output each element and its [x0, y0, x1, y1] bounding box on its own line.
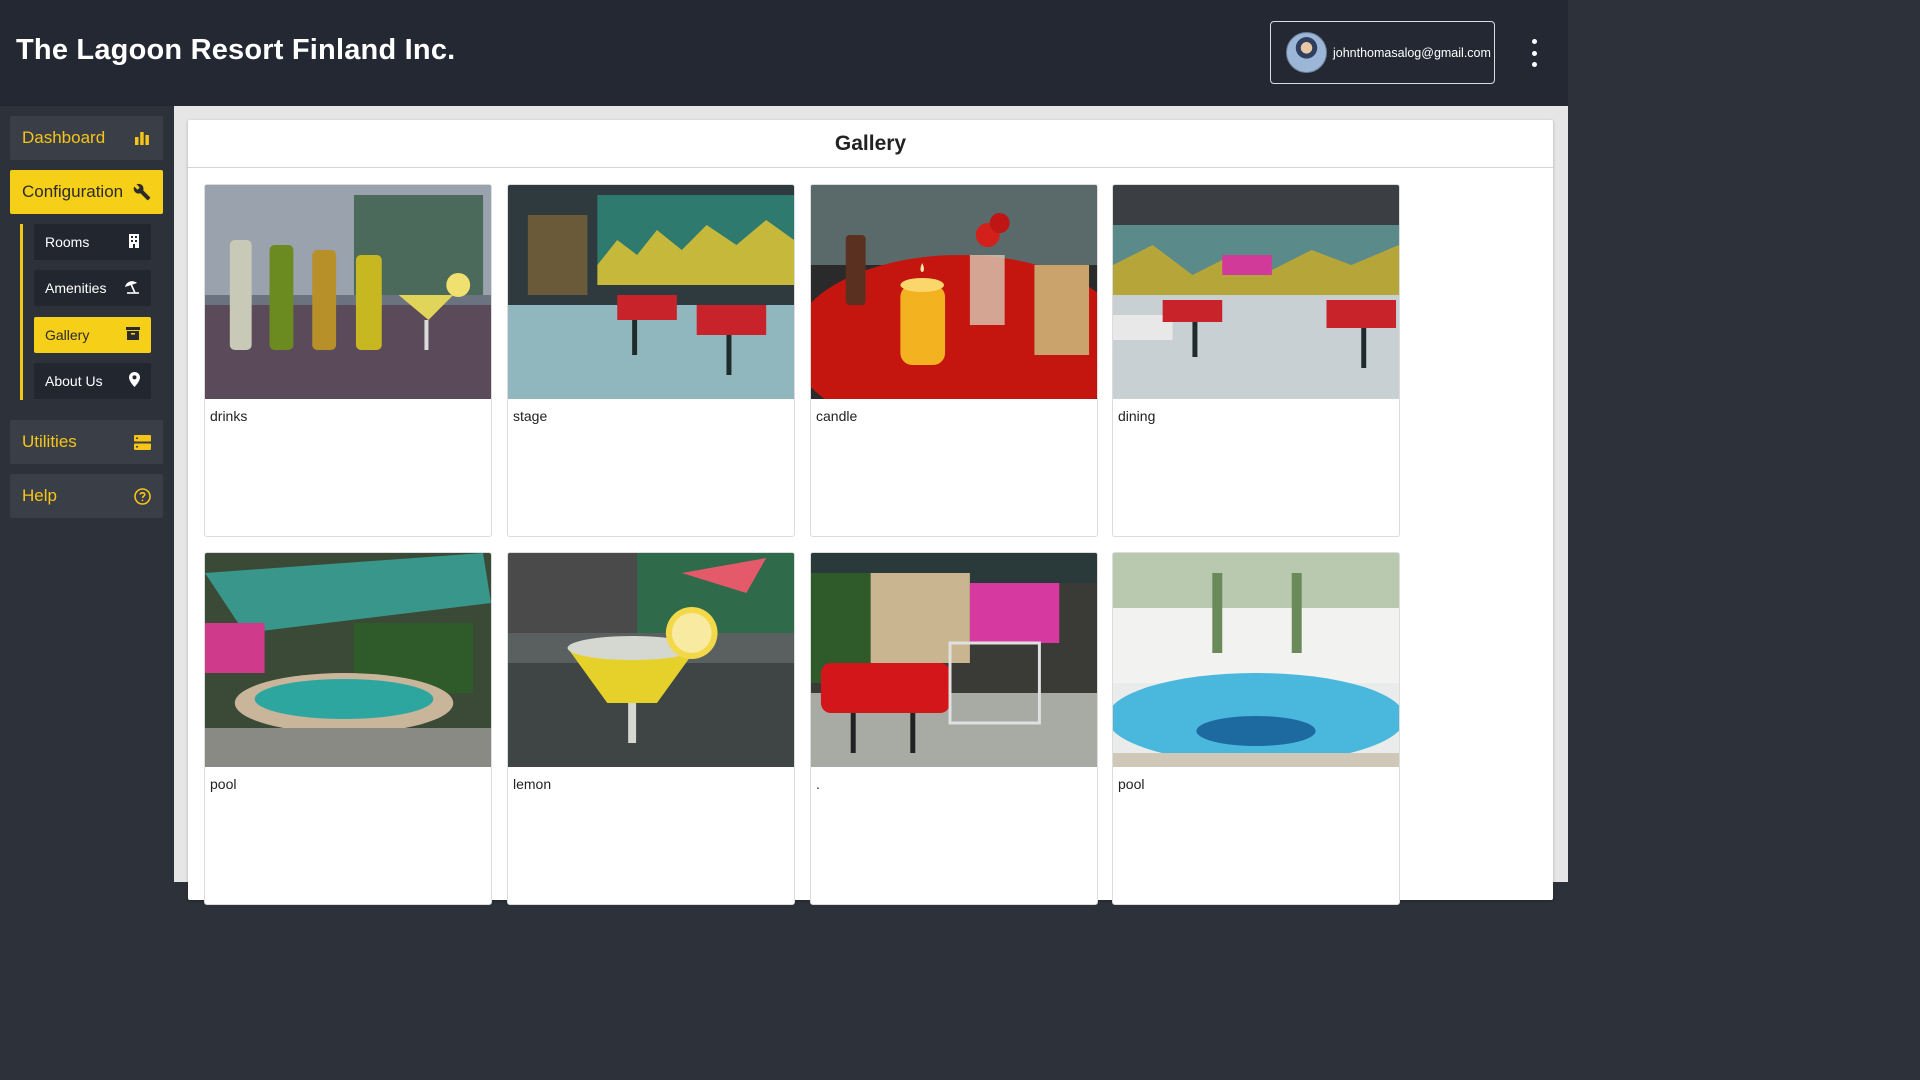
app-title: The Lagoon Resort Finland Inc. — [16, 34, 456, 66]
submenu-rail — [20, 224, 23, 400]
gallery-caption: pool — [210, 776, 237, 792]
more-options-icon[interactable] — [1523, 39, 1545, 67]
bar-chart-icon — [133, 129, 151, 147]
gallery-card[interactable]: pool — [1112, 552, 1400, 905]
sidebar-item-rooms[interactable]: Rooms — [34, 224, 151, 260]
beach-umbrella-icon — [124, 280, 140, 297]
sidebar-item-help[interactable]: Help — [10, 474, 163, 518]
sidebar-item-label: Utilities — [22, 432, 77, 451]
building-icon — [128, 233, 140, 251]
gallery-card[interactable]: stage — [507, 184, 795, 537]
gallery-caption: dining — [1118, 408, 1156, 424]
sidebar-item-about-us[interactable]: About Us — [34, 363, 151, 399]
gallery-caption: candle — [816, 408, 858, 424]
gallery-photo-drinks — [205, 185, 491, 399]
gallery-card[interactable]: drinks — [204, 184, 492, 537]
sidebar-item-label: Help — [22, 486, 57, 505]
sidebar-item-configuration[interactable]: Configuration — [10, 170, 163, 214]
user-account-button[interactable]: johnthomasalog@gmail.com — [1270, 21, 1495, 84]
gallery-photo-lemon — [508, 553, 794, 767]
gallery-card[interactable]: dining — [1112, 184, 1400, 537]
sidebar-item-utilities[interactable]: Utilities — [10, 420, 163, 464]
gallery-photo-pool — [205, 553, 491, 767]
sidebar-item-gallery[interactable]: Gallery — [34, 317, 151, 353]
gallery-caption: pool — [1118, 776, 1145, 792]
sidebar-item-dashboard[interactable]: Dashboard — [10, 116, 163, 160]
gallery-caption: drinks — [210, 408, 248, 424]
archive-icon — [126, 327, 140, 343]
gallery-card[interactable]: candle — [810, 184, 1098, 537]
sidebar-item-amenities[interactable]: Amenities — [34, 270, 151, 306]
sidebar: Dashboard Configuration Rooms Amenities … — [0, 106, 174, 882]
gallery-caption: lemon — [513, 776, 552, 792]
wrench-icon — [133, 183, 151, 201]
page-title: Gallery — [188, 120, 1553, 168]
gallery-card[interactable]: lemon — [507, 552, 795, 905]
sidebar-item-label: Configuration — [22, 182, 124, 201]
gallery-photo-stage — [508, 185, 794, 399]
gallery-caption: stage — [513, 408, 548, 424]
storage-icon — [133, 433, 151, 451]
sidebar-item-label: Amenities — [45, 280, 107, 296]
gallery-photo-patio — [811, 553, 1097, 767]
user-avatar — [1286, 32, 1327, 73]
gallery-card[interactable]: . — [810, 552, 1098, 905]
sidebar-item-label: Rooms — [45, 234, 90, 250]
gallery-caption: . — [816, 776, 820, 792]
help-circle-icon — [133, 487, 151, 505]
location-pin-icon — [129, 372, 140, 390]
sidebar-item-label: About Us — [45, 373, 103, 389]
sidebar-item-label: Dashboard — [22, 128, 106, 147]
gallery-photo-candle — [811, 185, 1097, 399]
user-email: johnthomasalog@gmail.com — [1333, 45, 1491, 60]
sidebar-item-label: Gallery — [45, 327, 90, 343]
top-bar: The Lagoon Resort Finland Inc. johnthoma… — [0, 0, 1568, 106]
gallery-card[interactable]: pool — [204, 552, 492, 905]
main-content: Gallery drinks stage candle dining pool … — [174, 106, 1568, 905]
gallery-photo-pool-lagoon — [1113, 553, 1399, 767]
gallery-panel: Gallery drinks stage candle dining pool … — [188, 120, 1553, 905]
gallery-photo-dining — [1113, 185, 1399, 399]
